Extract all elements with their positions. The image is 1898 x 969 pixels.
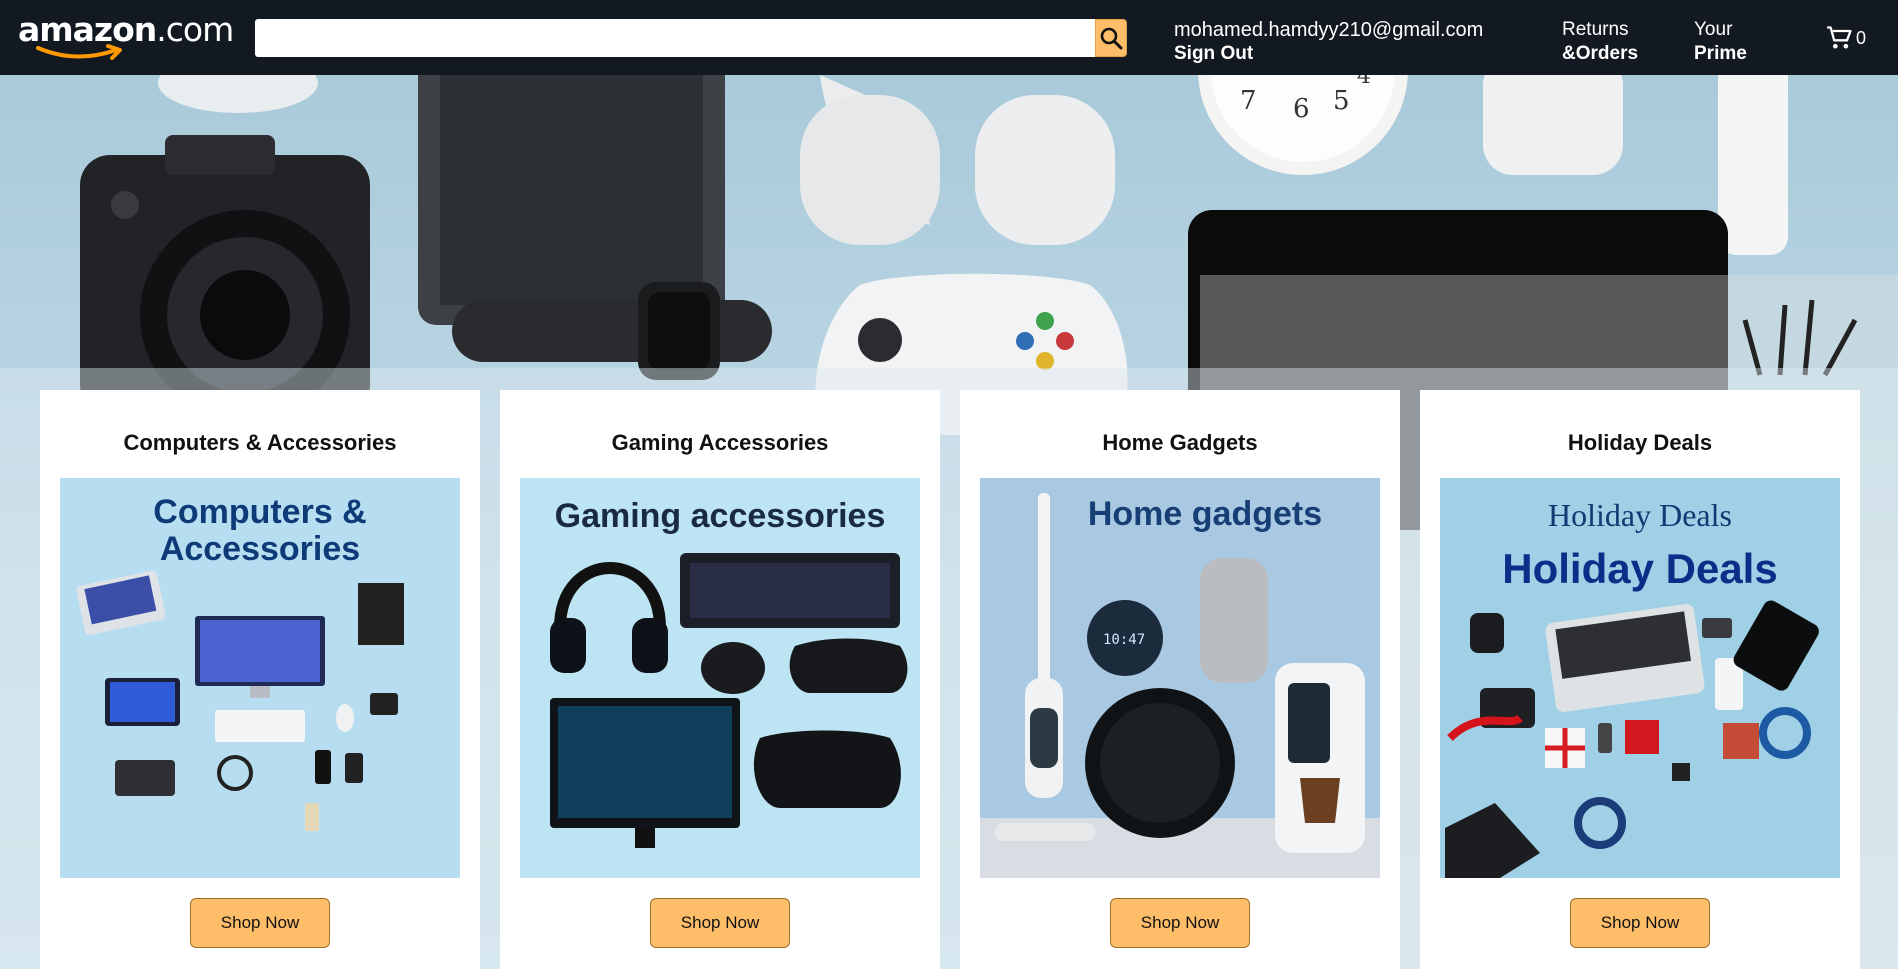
returns-orders-link[interactable]: Returns &Orders bbox=[1562, 18, 1638, 66]
svg-text:7: 7 bbox=[1240, 86, 1257, 116]
logo-suffix: .com bbox=[156, 10, 234, 49]
your-prime-link[interactable]: Your Prime bbox=[1694, 18, 1747, 66]
prime-line2: Prime bbox=[1694, 43, 1747, 64]
prime-line1: Your bbox=[1694, 19, 1733, 40]
card-title: Gaming Accessories bbox=[611, 430, 829, 455]
computers-accessories-image[interactable]: Computers & Accessories bbox=[60, 478, 460, 878]
search-icon bbox=[1100, 27, 1123, 50]
search-bar bbox=[255, 19, 1127, 57]
gaming-products-illustration bbox=[550, 553, 908, 848]
shop-now-button[interactable]: Shop Now bbox=[1110, 898, 1250, 948]
search-button[interactable] bbox=[1095, 19, 1127, 57]
holiday-products-illustration bbox=[1445, 600, 1819, 878]
amazon-logo[interactable]: amazon.com bbox=[18, 12, 234, 60]
account-menu[interactable]: mohamed.hamdyy210@gmail.com Sign Out bbox=[1174, 18, 1483, 66]
logo-wordmark: amazon.com bbox=[18, 10, 234, 49]
search-input[interactable] bbox=[255, 19, 1095, 57]
shop-now-button[interactable]: Shop Now bbox=[650, 898, 790, 948]
svg-text:6: 6 bbox=[1293, 94, 1310, 124]
cart-button[interactable]: 0 bbox=[1826, 24, 1866, 52]
returns-label: Returns bbox=[1562, 19, 1629, 40]
category-card-gaming: Gaming Accessories Gaming accessories Sh… bbox=[500, 390, 940, 969]
home-gadgets-illustration: 10:47 bbox=[980, 493, 1380, 878]
card-title: Computers & Accessories bbox=[123, 430, 397, 455]
sign-out-link[interactable]: Sign Out bbox=[1174, 42, 1483, 66]
cart-count: 0 bbox=[1856, 27, 1867, 48]
computers-products-illustration bbox=[76, 570, 404, 831]
gaming-accessories-image[interactable]: Gaming accessories bbox=[520, 478, 920, 878]
top-nav-bar: amazon.com mohamed.hamdyy210@gmail.com S… bbox=[0, 0, 1898, 75]
svg-text:4: 4 bbox=[1357, 75, 1371, 89]
orders-label: &Orders bbox=[1562, 43, 1639, 64]
category-card-home-gadgets: Home Gadgets Home gadgets 10:47 Shop Now bbox=[960, 390, 1400, 969]
svg-text:10:47: 10:47 bbox=[1103, 632, 1145, 648]
smile-arrow-icon bbox=[36, 44, 122, 60]
card-title: Holiday Deals bbox=[1567, 430, 1713, 455]
card-title: Home Gadgets bbox=[1102, 430, 1258, 455]
holiday-deals-image[interactable]: Holiday Deals Holiday Deals bbox=[1440, 478, 1840, 878]
shop-now-button[interactable]: Shop Now bbox=[190, 898, 330, 948]
account-email: mohamed.hamdyy210@gmail.com bbox=[1174, 19, 1484, 41]
category-card-computers: Computers & Accessories Computers & Acce… bbox=[40, 390, 480, 969]
home-gadgets-image[interactable]: Home gadgets 10:47 bbox=[980, 478, 1380, 878]
svg-text:5: 5 bbox=[1333, 86, 1350, 116]
category-card-holiday-deals: Holiday Deals Holiday Deals Holiday Deal… bbox=[1420, 390, 1860, 969]
cart-icon bbox=[1827, 26, 1852, 49]
shop-now-button[interactable]: Shop Now bbox=[1570, 898, 1710, 948]
